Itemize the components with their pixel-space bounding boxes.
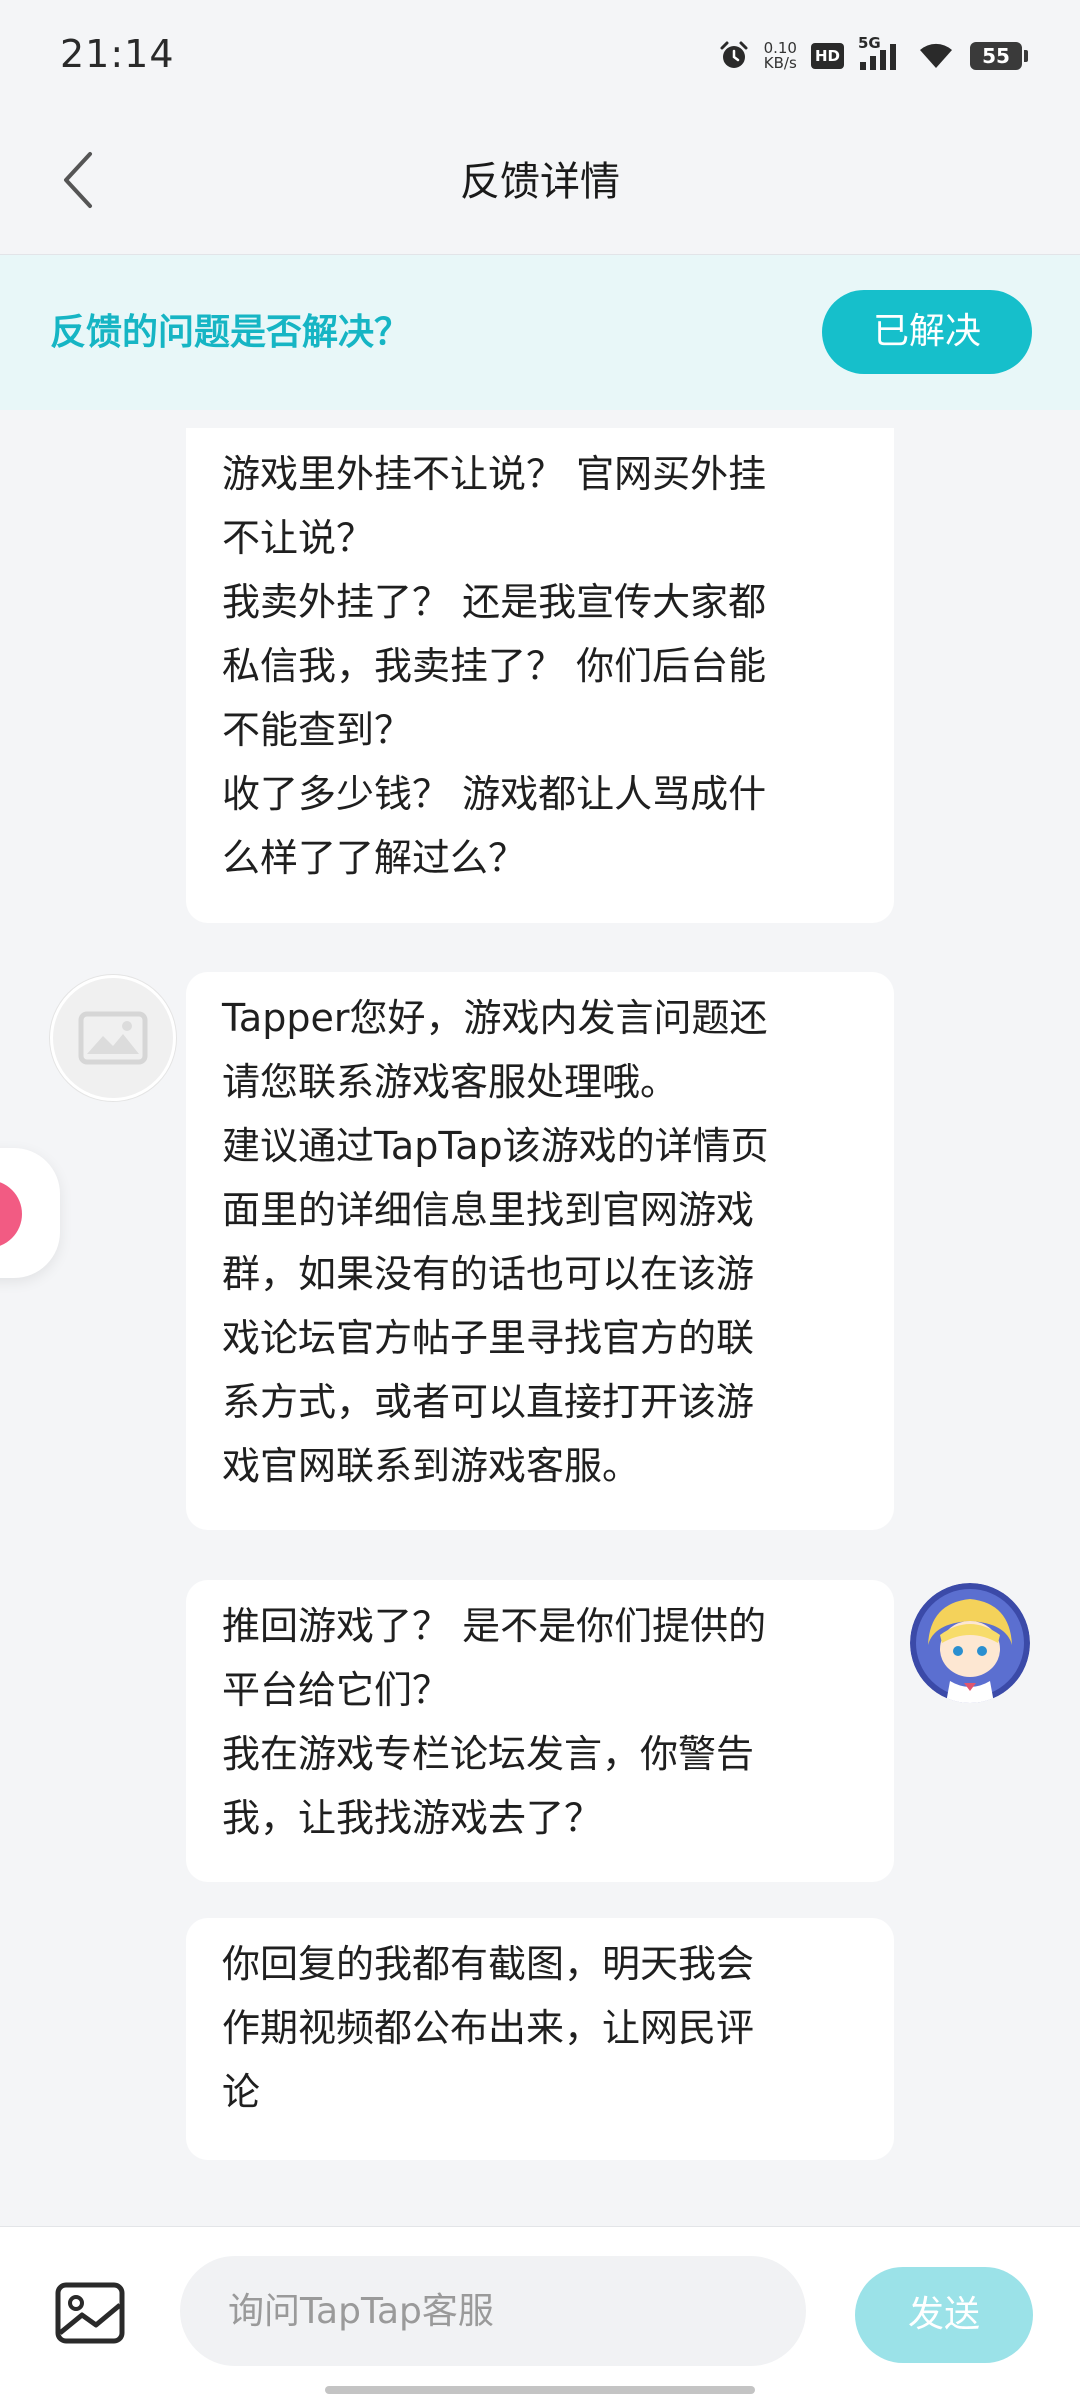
message-line: 游戏里外挂不让说？ 官网买外挂 (222, 452, 767, 496)
message-line: 私信我，我卖挂了？ 你们后台能 (222, 644, 767, 688)
anime-avatar-icon (910, 1583, 1030, 1703)
message-line: 我，让我找游戏去了？ (222, 1796, 603, 1840)
message-line: 作期视频都公布出来，让网民评 (222, 2006, 755, 2050)
message-line: 你回复的我都有截图，明天我会 (222, 1942, 755, 1986)
message-line: 么样了了解过么？ (222, 836, 527, 880)
screen: 21:14 0.10 KB/s HD 5G 55 反馈详情 反馈的问题是否解决？… (0, 0, 1080, 2400)
message-line: 戏论坛官方帖子里寻找官方的联 (222, 1316, 755, 1360)
battery-level: 55 (982, 44, 1010, 68)
resolved-button[interactable]: 已解决 (822, 290, 1032, 374)
message-line: 系方式，或者可以直接打开该游 (222, 1380, 755, 1424)
battery-icon: 55 (970, 42, 1028, 70)
status-time: 21:14 (60, 32, 175, 76)
page-title: 反馈详情 (460, 159, 620, 205)
message-line: 推回游戏了？ 是不是你们提供的 (222, 1604, 767, 1648)
message-line: 请您联系游戏客服处理哦。 (222, 1060, 679, 1104)
message-input[interactable] (180, 2256, 806, 2366)
input-bar: 发送 (0, 2226, 1080, 2400)
image-picker-icon (55, 2282, 125, 2344)
support-avatar[interactable] (50, 975, 176, 1101)
message-line: 收了多少钱？ 游戏都让人骂成什 (222, 772, 767, 816)
message-line: 我卖外挂了？ 还是我宣传大家都 (222, 580, 767, 624)
message-line: 平台给它们？ (222, 1668, 451, 1712)
net-speed: 0.10 KB/s (764, 41, 797, 71)
resolve-question: 反馈的问题是否解决？ (50, 312, 411, 353)
message-bubble-support: Tapper您好，游戏内发言问题还 请您联系游戏客服处理哦。 建议通过TapTa… (186, 972, 894, 1530)
status-bar: 21:14 0.10 KB/s HD 5G 55 (0, 0, 1080, 110)
message-line: 不能查到？ (222, 708, 413, 752)
message-line: 面里的详细信息里找到官网游戏 (222, 1188, 755, 1232)
image-picker-button[interactable] (52, 2275, 128, 2351)
play-icon (0, 1180, 22, 1248)
floating-play-tab[interactable] (0, 1148, 60, 1278)
message-line: 不让说？ (222, 516, 375, 560)
wifi-icon (916, 40, 956, 72)
message-line: 论 (222, 2070, 261, 2114)
alarm-icon (718, 40, 750, 72)
message-bubble-user: 游戏里外挂不让说？ 官网买外挂 不让说？ 我卖外挂了？ 还是我宣传大家都 私信我… (186, 428, 894, 923)
message-line: 群，如果没有的话也可以在该游 (222, 1252, 755, 1296)
title-bar: 反馈详情 (0, 110, 1080, 255)
status-icons: 0.10 KB/s HD 5G 55 (718, 34, 1028, 76)
network-label: 5G (858, 34, 881, 52)
message-line: Tapper您好，游戏内发言问题还 (222, 996, 768, 1040)
message-line: 戏官网联系到游戏客服。 (222, 1444, 641, 1488)
5g-signal-icon: 5G (858, 34, 902, 72)
resolve-banner: 反馈的问题是否解决？ 已解决 (0, 255, 1080, 410)
net-speed-unit: KB/s (763, 54, 797, 72)
message-bubble-user: 你回复的我都有截图，明天我会 作期视频都公布出来，让网民评 论 (186, 1918, 894, 2160)
send-button[interactable]: 发送 (855, 2267, 1033, 2363)
message-bubble-user: 推回游戏了？ 是不是你们提供的 平台给它们？ 我在游戏专栏论坛发言，你警告 我，… (186, 1580, 894, 1882)
message-line: 我在游戏专栏论坛发言，你警告 (222, 1732, 755, 1776)
home-indicator[interactable] (325, 2386, 755, 2394)
message-line: 建议通过TapTap该游戏的详情页 (222, 1124, 769, 1168)
hd-icon: HD (810, 43, 844, 69)
user-avatar[interactable] (910, 1583, 1030, 1703)
image-placeholder-icon (78, 1011, 148, 1065)
